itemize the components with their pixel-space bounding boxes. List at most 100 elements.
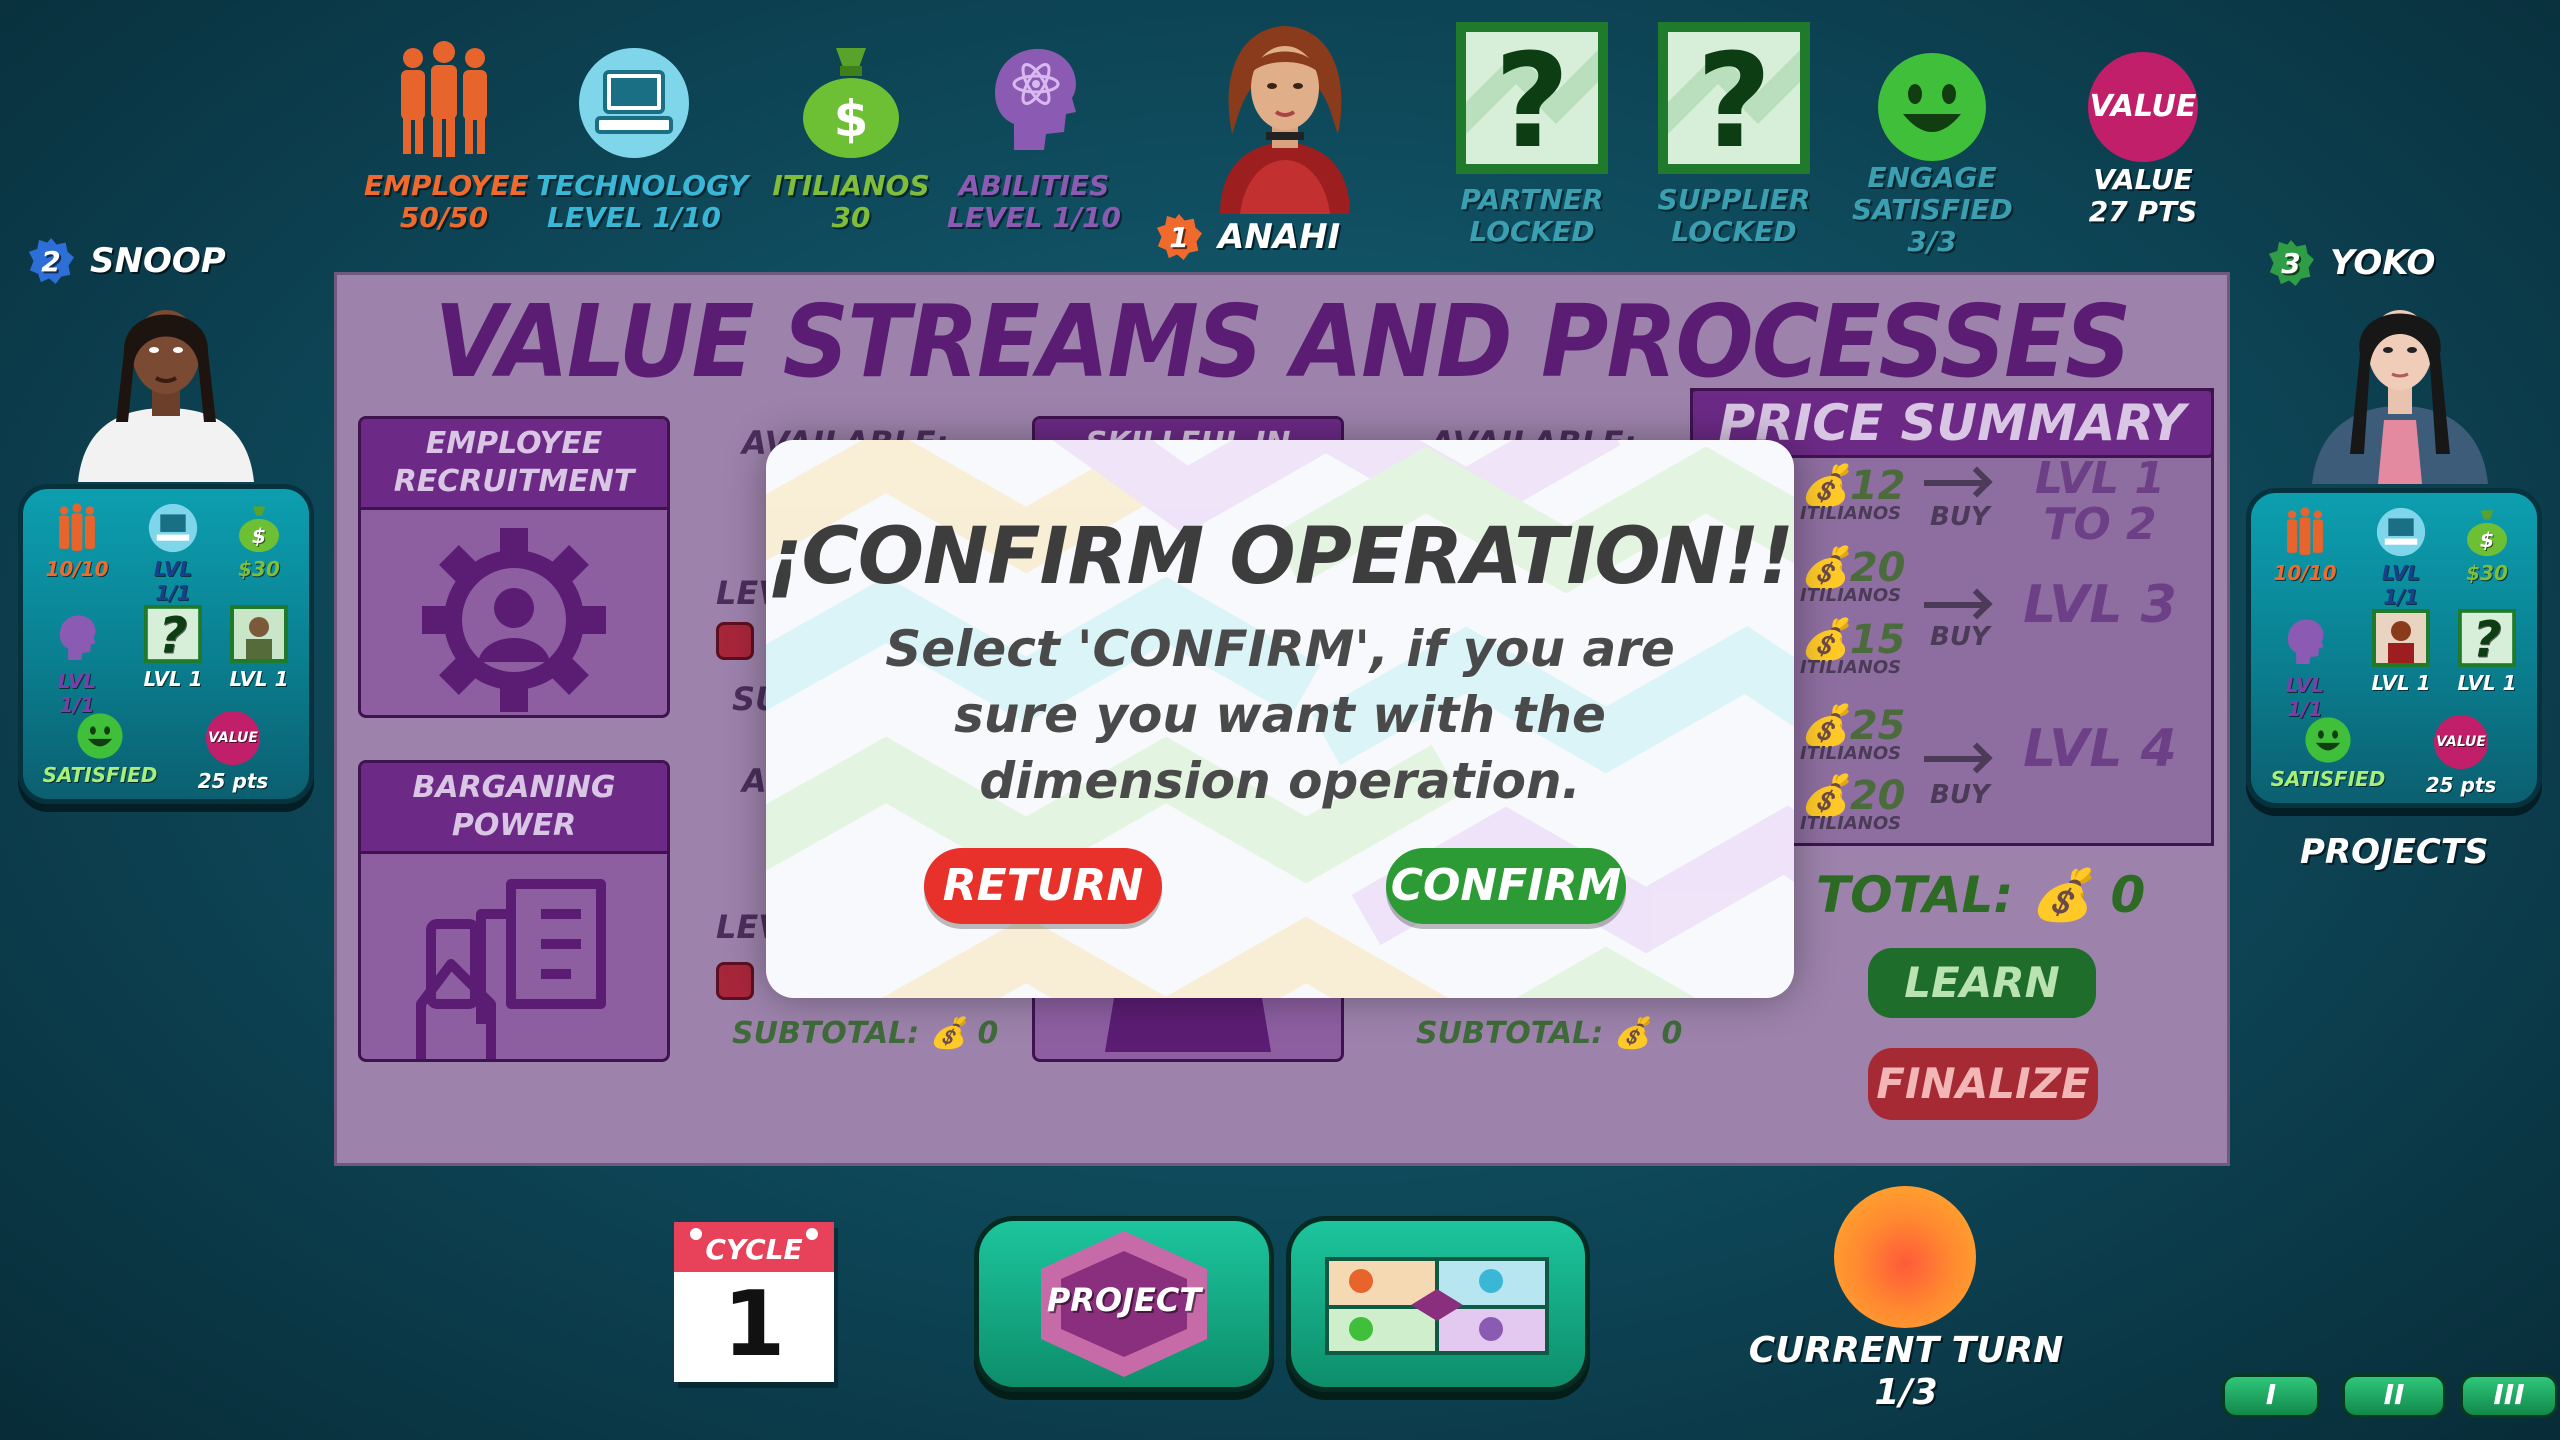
svg-text:?: ? xyxy=(1494,25,1569,174)
cycle-value: 1 xyxy=(722,1272,786,1377)
right-value-badge: VALUE xyxy=(2436,734,2486,750)
subtotal-1-value: 0 xyxy=(977,1016,999,1051)
right-employees: 10/10 xyxy=(2265,507,2345,585)
arrow-right-icon xyxy=(1924,602,1984,608)
employee-stat: EMPLOYEE 50/50 xyxy=(364,40,529,234)
snoop-portrait-icon xyxy=(78,310,254,482)
subtotal-2-value: 0 xyxy=(1661,1016,1683,1051)
left-player-card[interactable]: 10/10 LVL 1/1 $ $30 LVL 1/1 ? LVL 1 LVL … xyxy=(18,484,314,804)
value-badge-icon: VALUE xyxy=(206,711,260,765)
price-row-5-currency: ITILIANOS xyxy=(1800,813,1902,834)
value-label: VALUE xyxy=(2093,163,2193,196)
money-bag-icon: 💰 xyxy=(929,1016,968,1051)
abilities-stat: ABILITIES LEVEL 1/10 xyxy=(944,40,1124,234)
left-money: $ $30 xyxy=(219,503,299,581)
value-badge-icon: VALUE xyxy=(2088,52,2198,162)
total-row: TOTAL: 💰 0 xyxy=(1816,866,2145,925)
finalize-button[interactable]: FINALIZE xyxy=(1868,1048,2098,1120)
total-label: TOTAL: xyxy=(1816,866,2014,924)
head-atom-icon xyxy=(2287,619,2324,664)
right-tech: LVL 1/1 xyxy=(2361,507,2441,609)
current-turn-indicator-icon xyxy=(1834,1186,1976,1328)
page-button-1[interactable]: I xyxy=(2222,1374,2320,1418)
supplier-value: LOCKED xyxy=(1671,215,1797,248)
project-button[interactable]: PROJECT xyxy=(974,1216,1274,1392)
right-supplier: ? LVL 1 xyxy=(2447,609,2527,695)
confirm-button[interactable]: CONFIRM xyxy=(1386,848,1626,924)
subtotal-1-label: SUBTOTAL: xyxy=(732,1016,920,1051)
employee-recruitment-title-1: EMPLOYEE xyxy=(425,426,603,461)
left-engage-value: SATISFIED xyxy=(42,763,158,787)
computer-icon xyxy=(579,48,689,158)
partner-value: LOCKED xyxy=(1469,215,1595,248)
left-engage: SATISFIED xyxy=(35,713,165,787)
projects-label[interactable]: PROJECTS xyxy=(2300,832,2489,872)
money-bag-icon: $ xyxy=(2467,510,2507,557)
price-row-5: 💰20 ITILIANOS xyxy=(1800,772,1905,834)
current-player-number: 1 xyxy=(1156,214,1202,260)
bargaining-power-title-1: BARGANING xyxy=(412,770,616,805)
level-label-2: LVL 3 xyxy=(2023,575,2177,635)
current-player-label: 1 ANAHI xyxy=(1156,214,1340,260)
engage-label-2: SATISFIED xyxy=(1852,193,2013,226)
board-map-button[interactable] xyxy=(1286,1216,1590,1392)
bargaining-power-card[interactable]: BARGANING POWER xyxy=(358,760,670,1062)
anahi-portrait-icon xyxy=(1220,26,1350,214)
right-supplier-value: LVL 1 xyxy=(2457,671,2517,695)
money-bag-icon: 💰 xyxy=(2030,866,2094,924)
question-card-icon: ? xyxy=(2458,609,2516,667)
right-player-label: 3 YOKO xyxy=(2268,240,2435,286)
price-row-4: 💰25 ITILIANOS xyxy=(1800,702,1905,764)
calendar-ring-icon xyxy=(690,1228,702,1240)
employee-recruitment-card[interactable]: EMPLOYEE RECRUITMENT xyxy=(358,416,670,718)
yoko-portrait-icon xyxy=(2312,310,2488,484)
return-button[interactable]: RETURN xyxy=(924,848,1162,924)
money-bag-icon: 💰 xyxy=(1613,1016,1652,1051)
buy-label-1: BUY xyxy=(1930,502,1990,532)
price-row-3: 💰15 ITILIANOS xyxy=(1800,616,1905,678)
right-player-name: YOKO xyxy=(2330,243,2436,283)
computer-icon xyxy=(148,503,198,553)
right-player-card[interactable]: 10/10 LVL 1/1 $ $30 LVL 1/1 LVL 1 ? LVL … xyxy=(2246,488,2542,808)
abilities-value: LEVEL 1/10 xyxy=(946,201,1122,234)
project-label: PROJECT xyxy=(1046,1281,1202,1319)
employees-icon xyxy=(2287,507,2323,555)
partner-stat[interactable]: ? PARTNER LOCKED xyxy=(1444,22,1620,248)
svg-text:$: $ xyxy=(252,524,267,548)
left-abilities-value: LVL 1/1 xyxy=(57,669,97,717)
minus-button-2[interactable] xyxy=(716,962,754,1000)
price-row-2-currency: ITILIANOS xyxy=(1800,585,1902,606)
right-player-avatar xyxy=(2300,284,2500,484)
right-money-value: $30 xyxy=(2466,561,2508,585)
board-map-icon xyxy=(1325,1257,1549,1355)
svg-text:?: ? xyxy=(1696,25,1771,174)
modal-title: ¡CONFIRM OPERATION!! xyxy=(766,512,1794,602)
buy-label-3: BUY xyxy=(1930,780,1990,810)
right-engage-value: SATISFIED xyxy=(2270,767,2386,791)
learn-button[interactable]: LEARN xyxy=(1868,948,2096,1018)
supplier-stat[interactable]: ? SUPPLIER LOCKED xyxy=(1646,22,1822,248)
right-abilities-value: LVL 1/1 xyxy=(2285,673,2325,721)
question-card-icon: ? xyxy=(1456,22,1608,174)
right-partner: LVL 1 xyxy=(2361,609,2441,695)
technology-label: TECHNOLOGY xyxy=(536,169,749,202)
minus-button-1[interactable] xyxy=(716,622,754,660)
supplier-label: SUPPLIER xyxy=(1657,183,1811,216)
employee-label: EMPLOYEE xyxy=(364,169,529,202)
left-tech: LVL 1/1 xyxy=(133,503,213,605)
left-supplier: LVL 1 xyxy=(219,605,299,691)
smiley-icon xyxy=(77,713,123,759)
head-atom-icon xyxy=(59,615,96,660)
arrow-right-icon xyxy=(1924,756,1984,762)
left-partner: ? LVL 1 xyxy=(133,605,213,691)
left-player-number: 2 xyxy=(28,238,74,284)
a-label: A xyxy=(742,762,767,800)
current-turn-label: CURRENT TURN xyxy=(1748,1330,2064,1371)
page-button-3[interactable]: III xyxy=(2460,1374,2558,1418)
page-button-2[interactable]: II xyxy=(2342,1374,2446,1418)
value-value: 27 PTS xyxy=(2088,195,2198,228)
gear-person-icon xyxy=(422,528,606,712)
smiley-icon xyxy=(2305,717,2351,763)
left-value-value: 25 pts xyxy=(197,769,269,793)
bargaining-power-title-2: POWER xyxy=(451,808,577,843)
